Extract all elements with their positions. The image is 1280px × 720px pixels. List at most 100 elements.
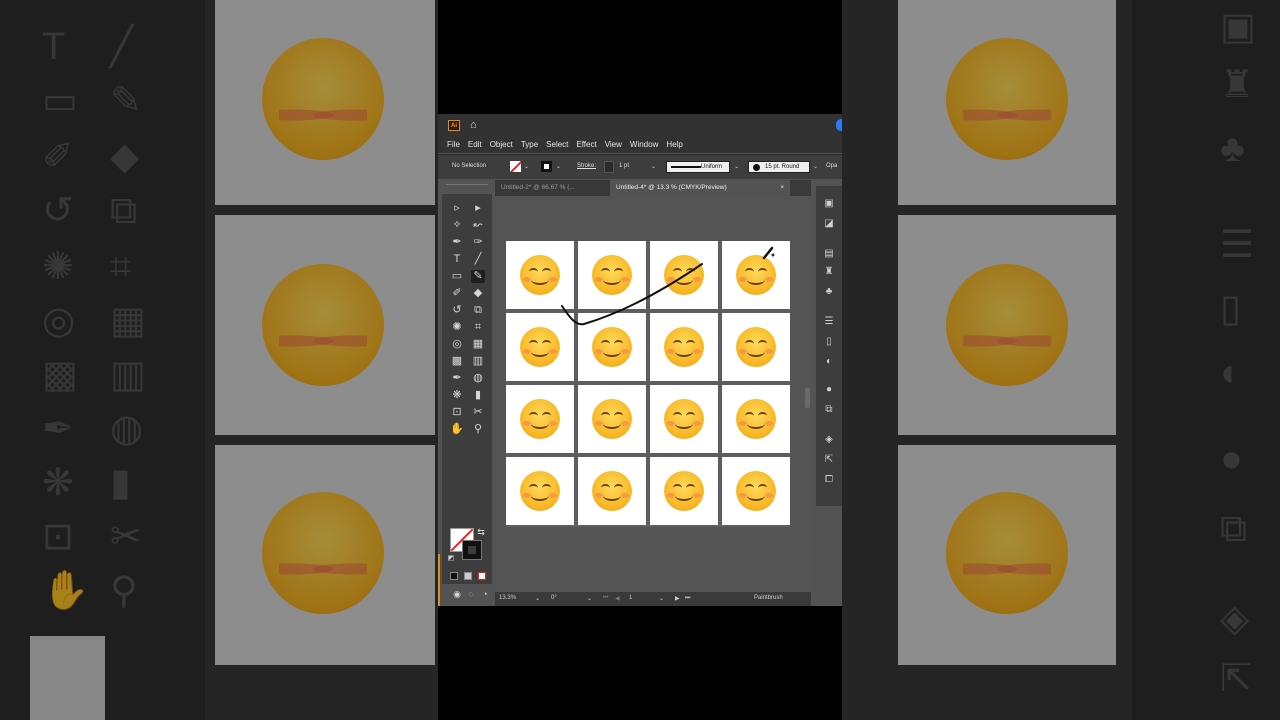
gradient-mode-icon[interactable] — [464, 572, 472, 580]
artboard-cell[interactable] — [578, 241, 646, 309]
paintbrush-tool-icon[interactable]: ✎ — [471, 270, 485, 283]
artboard-cell[interactable] — [722, 241, 790, 309]
scale-tool-icon[interactable]: ⧉ — [471, 304, 485, 317]
artboard-cell[interactable] — [650, 385, 718, 453]
brush-dropdown-icon[interactable]: ⌄ — [813, 163, 818, 170]
none-mode-icon[interactable] — [478, 572, 486, 580]
line-segment-tool-icon[interactable]: ╱ — [471, 253, 485, 266]
free-transform-tool-icon[interactable]: ⌗ — [471, 321, 485, 334]
default-colors-icon[interactable]: ◩ — [444, 552, 458, 565]
mesh-tool-icon[interactable]: ▩ — [450, 355, 464, 368]
home-icon[interactable]: ⌂ — [470, 119, 477, 131]
selection-tool-icon[interactable]: ▹ — [450, 202, 464, 215]
curvature-tool-icon[interactable]: ✑ — [471, 236, 485, 249]
menu-select[interactable]: Select — [546, 140, 568, 149]
rectangle-tool-icon[interactable]: ▭ — [450, 270, 464, 283]
tab-untitled-2[interactable]: Untitled-2* @ 66.67 % (... — [495, 180, 609, 196]
direct-selection-tool-icon[interactable]: ▸ — [471, 202, 485, 215]
menu-view[interactable]: View — [605, 140, 622, 149]
artboard-cell[interactable] — [722, 385, 790, 453]
eyedropper-tool-icon[interactable]: ✒ — [450, 372, 464, 385]
stroke-dropdown-icon[interactable]: ⌄ — [556, 163, 561, 170]
share-button[interactable] — [836, 119, 842, 131]
menu-file[interactable]: File — [447, 140, 460, 149]
symbols-icon[interactable]: ♣ — [822, 286, 836, 298]
shape-builder-tool-icon[interactable]: ◎ — [450, 338, 464, 351]
gradient-tool-icon[interactable]: ▥ — [471, 355, 485, 368]
magic-wand-icon[interactable]: ✧ — [450, 219, 464, 232]
fill-swatch[interactable] — [510, 161, 521, 172]
last-artboard-icon[interactable]: ⏭ — [685, 595, 690, 602]
rotation-dropdown-icon[interactable]: ⌄ — [587, 595, 592, 602]
stroke-stepper[interactable] — [604, 161, 614, 173]
artboard-dropdown-icon[interactable]: ⌄ — [659, 595, 664, 602]
artboard-tool-icon[interactable]: ⊡ — [450, 406, 464, 419]
swap-colors-icon[interactable]: ⇆ — [474, 526, 488, 539]
warp-tool-icon[interactable]: ✺ — [450, 321, 464, 334]
tab-untitled-4[interactable]: Untitled-4* @ 13.3 % (CMYK/Preview) × — [610, 180, 790, 196]
layers-icon[interactable]: ◈ — [822, 434, 836, 446]
artboard-number[interactable]: 1 — [629, 595, 632, 601]
artboard-cell[interactable] — [506, 313, 574, 381]
lasso-tool-icon[interactable]: ↜ — [471, 219, 485, 232]
draw-behind-icon[interactable]: ◌ — [464, 588, 478, 601]
appearance-icon[interactable]: ● — [822, 384, 836, 396]
next-artboard-icon[interactable]: ▶ — [675, 595, 680, 602]
symbol-sprayer-tool-icon[interactable]: ❋ — [450, 389, 464, 402]
artboard-cell[interactable] — [578, 457, 646, 525]
scrollbar-thumb[interactable] — [805, 388, 810, 408]
profile-dropdown-icon[interactable]: ⌄ — [734, 163, 739, 170]
stroke-panel-icon[interactable]: ☰ — [822, 316, 836, 328]
rotate-tool-icon[interactable]: ↺ — [450, 304, 464, 317]
menu-type[interactable]: Type — [521, 140, 538, 149]
artboard[interactable] — [506, 241, 790, 527]
pen-tool-icon[interactable]: ✒ — [450, 236, 464, 249]
menu-window[interactable]: Window — [630, 140, 658, 149]
artboard-cell[interactable] — [650, 457, 718, 525]
rotation-value[interactable]: 0° — [551, 595, 557, 601]
menu-edit[interactable]: Edit — [468, 140, 482, 149]
artboards-icon[interactable]: ⧠ — [822, 474, 836, 486]
opacity-label[interactable]: Opa — [826, 163, 837, 169]
artboard-cell[interactable] — [650, 313, 718, 381]
stroke-weight-dropdown-icon[interactable]: ⌄ — [651, 163, 656, 170]
swatches-icon[interactable]: ▤ — [822, 248, 836, 260]
graphic-styles-icon[interactable]: ⧉ — [822, 404, 836, 416]
artboard-cell[interactable] — [506, 457, 574, 525]
libraries-icon[interactable]: ▣ — [822, 198, 836, 210]
zoom-dropdown-icon[interactable]: ⌄ — [535, 595, 540, 602]
perspective-grid-tool-icon[interactable]: ▦ — [471, 338, 485, 351]
brush-definition[interactable]: 15 pt. Round — [748, 161, 810, 173]
artboard-cell[interactable] — [722, 313, 790, 381]
artboard-cell[interactable] — [506, 241, 574, 309]
stroke-weight-value[interactable]: 1 pt — [619, 163, 629, 169]
puppet-warp-icon[interactable]: ♜ — [822, 266, 836, 278]
stroke-color-box[interactable] — [462, 540, 482, 560]
gradient-panel-icon[interactable]: ▯ — [822, 336, 836, 348]
zoom-level[interactable]: 13.3% — [499, 595, 516, 601]
type-tool-icon[interactable]: T — [450, 253, 464, 266]
transparency-icon[interactable]: ◐ — [822, 356, 836, 368]
hand-tool-icon[interactable]: ✋ — [450, 423, 464, 436]
slice-tool-icon[interactable]: ✂ — [471, 406, 485, 419]
eraser-tool-icon[interactable]: ◆ — [471, 287, 485, 300]
artboard-cell[interactable] — [506, 385, 574, 453]
draw-normal-icon[interactable]: ◉ — [450, 588, 464, 601]
shaper-tool-icon[interactable]: ✐ — [450, 287, 464, 300]
stroke-swatch[interactable] — [541, 161, 552, 172]
artboard-cell[interactable] — [650, 241, 718, 309]
menu-help[interactable]: Help — [666, 140, 682, 149]
stroke-label[interactable]: Stroke: — [577, 163, 596, 169]
color-mode-icon[interactable] — [450, 572, 458, 580]
menu-effect[interactable]: Effect — [576, 140, 596, 149]
artboard-cell[interactable] — [722, 457, 790, 525]
column-graph-tool-icon[interactable]: ▮ — [471, 389, 485, 402]
close-tab-icon[interactable]: × — [780, 180, 784, 196]
fill-dropdown-icon[interactable]: ⌄ — [524, 163, 529, 170]
previous-artboard-icon[interactable]: ◀ — [615, 595, 620, 602]
artboard-cell[interactable] — [578, 313, 646, 381]
menu-object[interactable]: Object — [490, 140, 513, 149]
properties-icon[interactable]: ◪ — [822, 218, 836, 230]
zoom-tool-icon[interactable]: ⚲ — [471, 423, 485, 436]
draw-inside-icon[interactable]: ◔ — [478, 588, 492, 601]
